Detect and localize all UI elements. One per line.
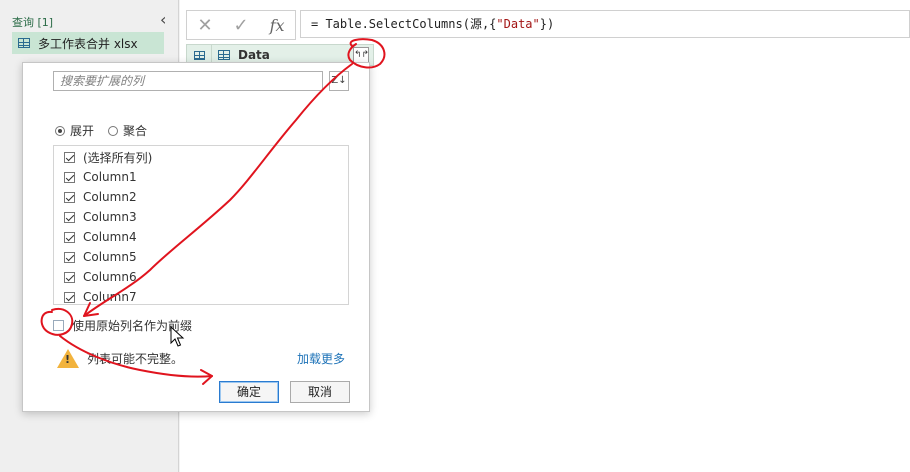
mode-radio-group: 展开 聚合: [55, 122, 147, 139]
column-list[interactable]: (选择所有列) Column1 Column2 Column3 Column4 …: [53, 145, 349, 305]
mouse-cursor-icon: [170, 326, 185, 347]
load-more-link[interactable]: 加载更多: [297, 350, 345, 367]
queries-header: 查询 [1]: [12, 16, 54, 29]
list-item[interactable]: Column7: [64, 287, 137, 304]
expand-radio[interactable]: [55, 125, 65, 136]
expand-popup: 搜索要扩展的列 Z↓ 展开 聚合 (选择所有列) Column1 Column2…: [22, 62, 370, 412]
formula-input[interactable]: = Table.SelectColumns(源,{"Data"}): [300, 10, 910, 38]
checkbox[interactable]: [64, 271, 75, 283]
cancel-formula-icon[interactable]: ✕: [197, 15, 212, 36]
formula-prefix: = Table.SelectColumns(源,{: [311, 17, 497, 31]
list-item[interactable]: Column2: [64, 187, 137, 207]
ok-button[interactable]: 确定: [219, 381, 279, 403]
aggregate-radio-label: 聚合: [123, 124, 148, 138]
query-item[interactable]: 多工作表合并 xlsx: [12, 32, 164, 54]
checkbox[interactable]: [64, 251, 75, 263]
column-type-table-icon: [218, 50, 230, 60]
list-item-label: Column2: [83, 190, 137, 204]
checkbox[interactable]: [64, 211, 75, 223]
list-item-label: Column4: [83, 230, 137, 244]
warning-icon: [57, 349, 79, 368]
expand-radio-label: 展开: [70, 124, 95, 138]
list-item-label: Column5: [83, 250, 137, 264]
list-item[interactable]: Column4: [64, 227, 137, 247]
list-item[interactable]: Column1: [64, 167, 137, 187]
sort-az-button[interactable]: Z↓: [329, 71, 349, 91]
list-item-label: Column6: [83, 270, 137, 284]
formula-bar: ✕ ✓ fx = Table.SelectColumns(源,{"Data"}): [186, 8, 910, 40]
table-menu-icon: [193, 50, 205, 60]
list-item[interactable]: Column6: [64, 267, 137, 287]
formula-suffix: }): [539, 17, 555, 31]
query-item-label: 多工作表合并 xlsx: [38, 36, 138, 51]
column-name: Data: [238, 48, 270, 62]
list-item[interactable]: (选择所有列): [64, 147, 152, 167]
list-item[interactable]: Column5: [64, 247, 137, 267]
list-item-label: Column3: [83, 210, 137, 224]
collapse-pane-icon[interactable]: ‹: [160, 10, 166, 29]
warning-row: 列表可能不完整。: [57, 349, 183, 368]
confirm-formula-icon[interactable]: ✓: [234, 15, 249, 36]
list-item-label: Column1: [83, 170, 137, 184]
aggregate-radio[interactable]: [108, 125, 119, 136]
prefix-checkbox[interactable]: [53, 320, 64, 331]
list-item[interactable]: Column3: [64, 207, 137, 227]
expand-column-button[interactable]: ↰↱: [353, 47, 369, 63]
checkbox[interactable]: [64, 171, 75, 183]
list-item-label: (选择所有列): [83, 150, 153, 165]
column-search-input[interactable]: 搜索要扩展的列: [53, 71, 323, 91]
checkbox[interactable]: [64, 291, 75, 303]
formula-bar-buttons: ✕ ✓ fx: [186, 10, 296, 40]
list-item-label: Column7: [83, 290, 137, 304]
checkbox[interactable]: [64, 191, 75, 203]
checkbox[interactable]: [64, 231, 75, 243]
formula-string: "Data": [496, 17, 540, 31]
warning-text: 列表可能不完整。: [87, 352, 184, 366]
table-icon: [18, 38, 30, 48]
fx-icon[interactable]: fx: [270, 16, 285, 35]
cancel-button[interactable]: 取消: [290, 381, 350, 403]
checkbox[interactable]: [64, 151, 75, 163]
